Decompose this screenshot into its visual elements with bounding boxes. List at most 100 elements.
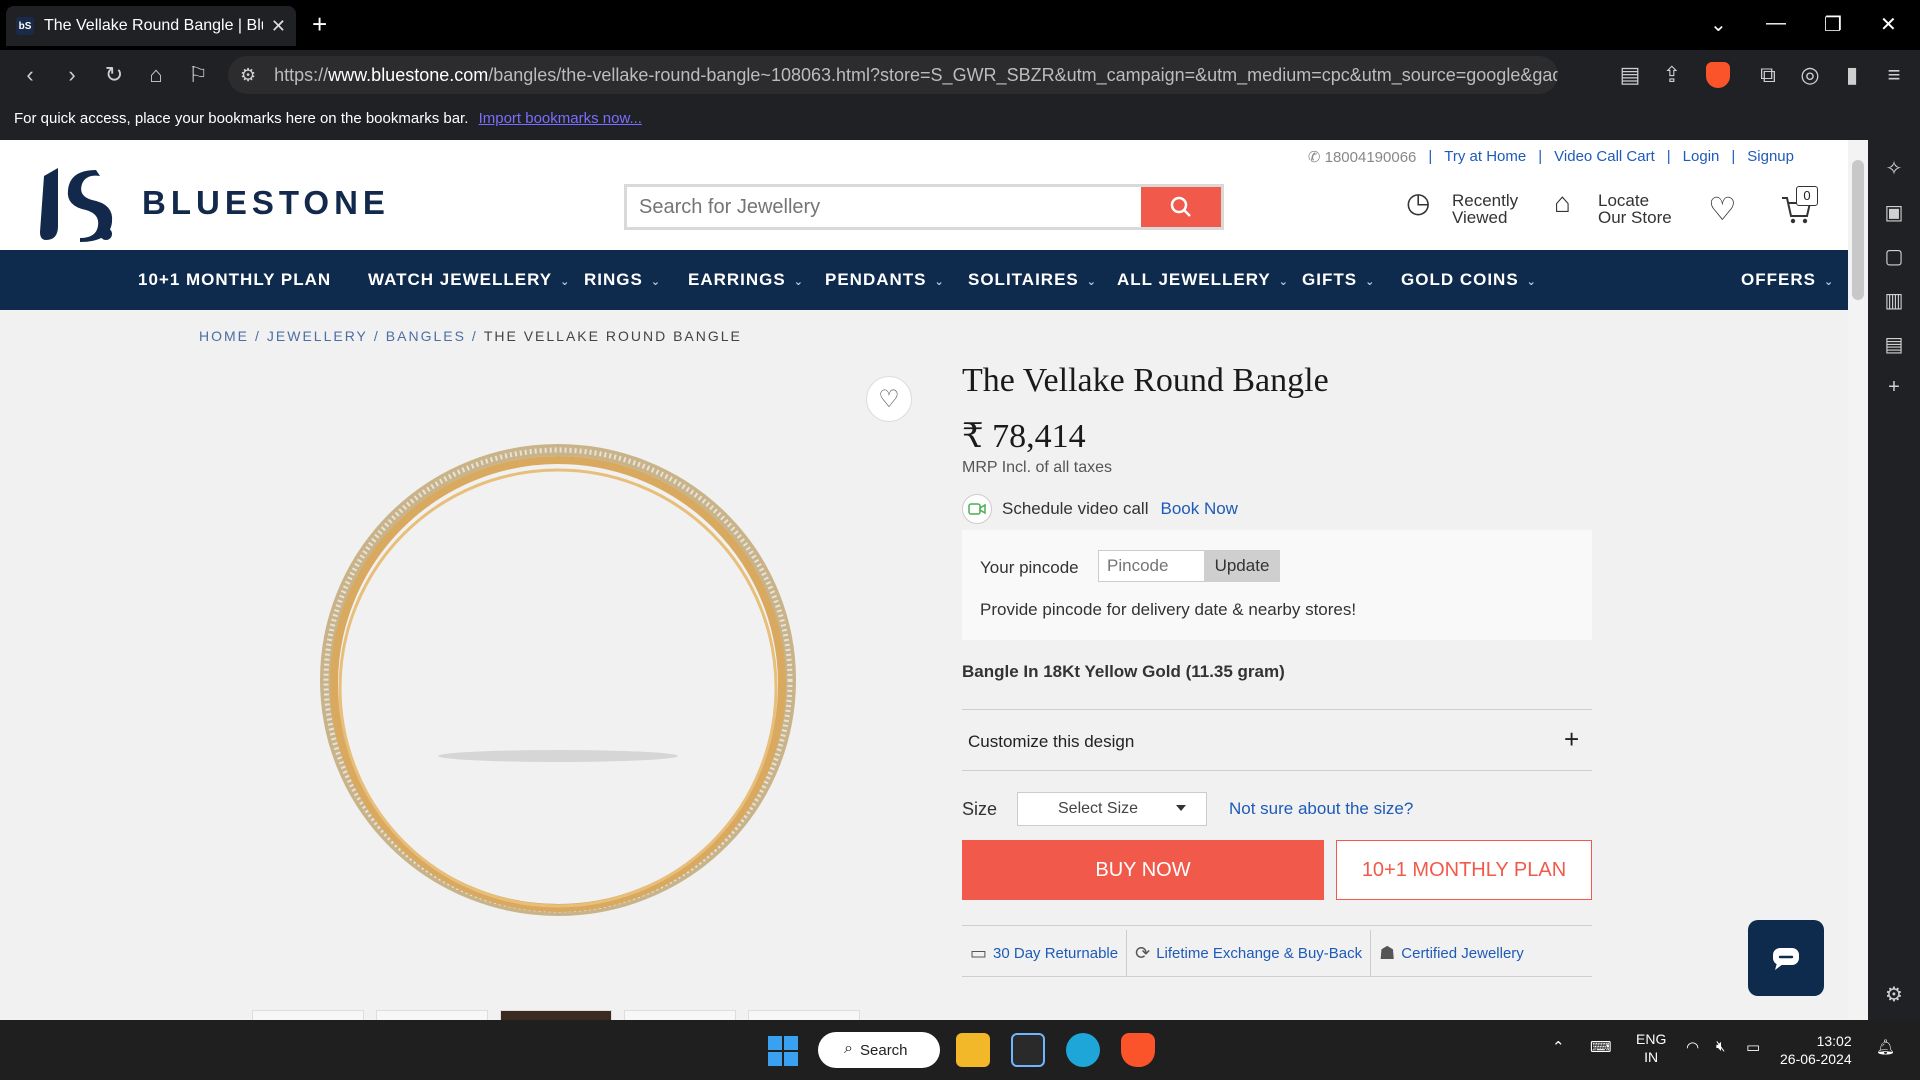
forward-icon[interactable]: › — [58, 62, 86, 88]
brand-wordmark[interactable]: BLUESTONE — [142, 184, 390, 222]
cart-button[interactable]: 0 — [1780, 186, 1818, 231]
breadcrumb-bangles[interactable]: BANGLES — [386, 328, 466, 344]
search-button[interactable] — [1141, 187, 1221, 227]
battery-icon[interactable]: ▭ — [1746, 1038, 1760, 1056]
feature-returnable[interactable]: ▭ 30 Day Returnable — [962, 930, 1128, 976]
language-indicator[interactable]: ENG IN — [1636, 1030, 1666, 1066]
customize-design-toggle[interactable]: Customize this design — [968, 732, 1134, 752]
tab-close-icon[interactable]: ✕ — [271, 16, 286, 37]
reader-mode-icon[interactable]: ▤ — [1616, 62, 1644, 88]
wifi-icon[interactable]: ◠ — [1686, 1038, 1699, 1056]
nav-all-jewellery[interactable]: ALL JEWELLERY ⌄ — [1117, 270, 1289, 290]
menu-icon[interactable]: ≡ — [1880, 62, 1908, 88]
thumbnail[interactable] — [748, 1010, 860, 1020]
size-select[interactable]: Select Size — [1017, 792, 1207, 826]
extensions-icon[interactable]: ⧉ — [1754, 62, 1782, 88]
restore-icon[interactable]: ❐ — [1824, 12, 1842, 37]
nav-solitaires[interactable]: SOLITAIRES ⌄ — [968, 270, 1097, 290]
add-panel-icon[interactable]: + — [1882, 376, 1906, 399]
tray-chevron-icon[interactable]: ⌃ — [1552, 1038, 1565, 1056]
clock[interactable]: 13:02 26-06-2024 — [1780, 1032, 1852, 1068]
bluestone-logo-icon[interactable] — [36, 164, 116, 244]
windows-start-icon[interactable] — [768, 1036, 798, 1066]
file-explorer-icon[interactable] — [956, 1033, 990, 1067]
store-app-icon[interactable] — [1011, 1033, 1045, 1067]
brave-taskbar-icon[interactable] — [1121, 1033, 1155, 1067]
pincode-update-button[interactable]: Update — [1204, 550, 1280, 582]
site-settings-icon[interactable]: ⚙ — [240, 65, 256, 86]
nav-monthly-plan[interactable]: 10+1 MONTHLY PLAN — [138, 270, 331, 290]
reload-icon[interactable]: ↻ — [100, 62, 128, 88]
pincode-message: Provide pincode for delivery date & near… — [980, 600, 1357, 619]
volume-muted-icon[interactable]: 🔇︎ — [1716, 1038, 1725, 1055]
size-guide-link[interactable]: Not sure about the size? — [1229, 799, 1413, 819]
minimize-icon[interactable]: — — [1766, 12, 1786, 35]
try-at-home-link[interactable]: Try at Home — [1444, 148, 1526, 166]
product-price: ₹ 78,414 — [962, 418, 1086, 455]
search-input[interactable] — [627, 187, 1142, 227]
thumbnail[interactable] — [500, 1010, 612, 1020]
wallet-icon[interactable]: ▢ — [1882, 244, 1906, 269]
signup-link[interactable]: Signup — [1747, 148, 1794, 166]
tab-search-chevron-icon[interactable]: ⌄ — [1710, 12, 1727, 37]
main-nav: 10+1 MONTHLY PLAN WATCH JEWELLERY ⌄ RINGS… — [0, 250, 1848, 310]
bookmarks-panel-icon[interactable]: ▥ — [1882, 288, 1906, 313]
back-icon[interactable]: ‹ — [16, 62, 44, 88]
chevron-down-icon: ⌄ — [934, 276, 945, 288]
nav-rings[interactable]: RINGS ⌄ — [584, 270, 661, 290]
news-icon[interactable]: ▣ — [1882, 200, 1906, 225]
locate-store-button[interactable]: ⌂ Locate Our Store — [1554, 189, 1684, 227]
nav-earrings[interactable]: EARRINGS ⌄ — [688, 270, 804, 290]
import-bookmarks-link[interactable]: Import bookmarks now... — [479, 110, 642, 127]
nav-offers[interactable]: OFFERS ⌄ — [1741, 270, 1834, 290]
bookmark-icon[interactable]: ⚐ — [184, 62, 212, 88]
breadcrumb-jewellery[interactable]: JEWELLERY — [267, 328, 368, 344]
feature-exchange[interactable]: ⟳ Lifetime Exchange & Buy-Back — [1127, 930, 1372, 976]
chat-button[interactable] — [1748, 920, 1824, 996]
thumbnail[interactable] — [252, 1010, 364, 1020]
nav-pendants[interactable]: PENDANTS ⌄ — [825, 270, 945, 290]
breadcrumb-home[interactable]: HOME — [199, 328, 249, 344]
nav-watch-jewellery[interactable]: WATCH JEWELLERY ⌄ — [368, 270, 570, 290]
sidebar-settings-icon[interactable]: ⚙ — [1882, 982, 1906, 1007]
notification-bell-icon[interactable]: 🔔︎ — [1876, 1038, 1895, 1056]
monthly-plan-button[interactable]: 10+1 MONTHLY PLAN — [1336, 840, 1592, 900]
top-links: ✆ 18004190066 | Try at Home | Video Call… — [1307, 148, 1794, 166]
reading-list-icon[interactable]: ▤ — [1882, 332, 1906, 357]
new-tab-icon[interactable]: + — [312, 11, 327, 37]
url-domain: www.bluestone.com — [328, 64, 489, 85]
browser-sidebar: ✧ ▣ ▢ ▥ ▤ + ⚙ — [1868, 140, 1920, 1020]
login-link[interactable]: Login — [1683, 148, 1720, 166]
page-scrollbar[interactable] — [1848, 140, 1868, 1020]
edge-icon[interactable] — [1066, 1033, 1100, 1067]
buy-now-button[interactable]: BUY NOW — [962, 840, 1324, 900]
exchange-icon: ⟳ — [1135, 942, 1151, 963]
video-call-cart-link[interactable]: Video Call Cart — [1554, 148, 1655, 166]
home-icon[interactable]: ⌂ — [142, 62, 170, 88]
wishlist-icon[interactable]: ♡ — [1708, 190, 1737, 228]
phone-number[interactable]: ✆ 18004190066 — [1308, 148, 1417, 166]
pincode-input[interactable] — [1098, 550, 1210, 582]
leo-ai-icon[interactable]: ◎ — [1796, 62, 1824, 88]
keyboard-icon[interactable]: ⌨ — [1590, 1038, 1612, 1056]
leo-sparkle-icon[interactable]: ✧ — [1882, 156, 1906, 181]
thumbnail[interactable] — [624, 1010, 736, 1020]
share-icon[interactable]: ⇪ — [1658, 62, 1686, 88]
product-wishlist-button[interactable]: ♡ — [866, 376, 912, 422]
taskbar-search[interactable]: ⌕ Search — [818, 1032, 940, 1068]
browser-tab-active[interactable]: bS The Vellake Round Bangle | Blue ✕ — [6, 6, 296, 46]
scrollbar-thumb[interactable] — [1852, 160, 1864, 300]
address-bar[interactable]: ⚙ https://www.bluestone.com/bangles/the-… — [228, 56, 1558, 94]
nav-gold-coins[interactable]: GOLD COINS ⌄ — [1401, 270, 1537, 290]
feature-certified[interactable]: ☗ Certified Jewellery — [1371, 930, 1532, 976]
close-window-icon[interactable]: ✕ — [1880, 12, 1897, 37]
sidebar-toggle-icon[interactable]: ▮ — [1838, 62, 1866, 88]
recently-viewed-button[interactable]: ◷ Recently Viewed — [1406, 189, 1526, 227]
nav-gifts[interactable]: GIFTS ⌄ — [1302, 270, 1375, 290]
book-now-link[interactable]: Book Now — [1160, 499, 1237, 519]
brave-shields-icon[interactable] — [1706, 62, 1730, 88]
thumbnail[interactable] — [376, 1010, 488, 1020]
product-image[interactable] — [300, 430, 820, 950]
mrp-note: MRP Incl. of all taxes — [962, 459, 1112, 476]
plus-icon[interactable]: + — [1564, 724, 1579, 755]
